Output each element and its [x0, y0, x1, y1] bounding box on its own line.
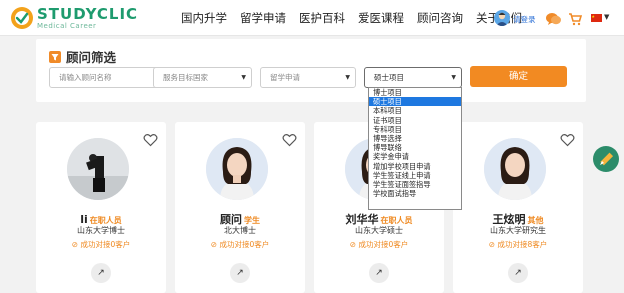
country-select[interactable]: 服务目标国家 ▼	[153, 67, 252, 88]
advisor-name-input[interactable]: 请输入顾问名称	[49, 67, 161, 88]
advisor-success-count: 成功对接8客户	[497, 240, 548, 249]
advisor-role: 其他	[527, 216, 544, 225]
arrow-up-right-icon[interactable]: ↗	[91, 263, 111, 283]
country-select-value: 服务目标国家	[163, 73, 208, 82]
advisor-card[interactable]: 王炫明 其他 山东大学研究生 ⊘ 成功对接8客户 ↗	[453, 122, 583, 293]
check-circle-icon: ⊘	[71, 240, 79, 249]
advisor-name-placeholder: 请输入顾问名称	[59, 73, 112, 82]
arrow-up-right-icon[interactable]: ↗	[230, 263, 250, 283]
chevron-down-icon: ▼	[345, 74, 350, 81]
avatar	[206, 138, 268, 200]
china-flag-icon[interactable]	[591, 14, 602, 22]
dropdown-option[interactable]: 博导联络	[369, 143, 461, 152]
service-select-value: 留学申请	[270, 73, 300, 82]
brand-tagline: Medical Career	[37, 21, 97, 30]
advisor-success-count: 成功对接0客户	[219, 240, 270, 249]
avatar	[67, 138, 129, 200]
project-select-value: 硕士项目	[374, 73, 404, 82]
nav-item-domestic[interactable]: 国内升学	[181, 10, 227, 26]
dropdown-option[interactable]: 学生签证面签指导	[369, 180, 461, 189]
advisor-role: 在职人员	[89, 216, 122, 225]
filter-title: 顾问筛选	[66, 50, 117, 65]
language-caret-icon[interactable]: ▼	[604, 13, 609, 21]
advisor-success-count: 成功对接0客户	[358, 240, 409, 249]
arrow-up-right-icon[interactable]: ↗	[508, 263, 528, 283]
heart-icon[interactable]	[143, 132, 158, 151]
advisor-filter-panel: 顾问筛选 请输入顾问名称 服务目标国家 ▼ 留学申请 ▼ 硕士项目 ▼ 确定	[36, 39, 586, 102]
dropdown-option[interactable]: 学校面试指导	[369, 189, 461, 198]
advisor-card[interactable]: li 在职人员 山东大学博士 ⊘ 成功对接0客户 ↗	[36, 122, 166, 293]
nav-item-courses[interactable]: 爱医课程	[358, 10, 404, 26]
nav-item-consulting[interactable]: 顾问咨询	[417, 10, 463, 26]
advisor-card[interactable]: 顾问 学生 北大博士 ⊘ 成功对接0客户 ↗	[175, 122, 305, 293]
chat-icon[interactable]	[546, 11, 561, 30]
user-avatar-icon[interactable]	[494, 10, 510, 26]
advisor-school: 北大博士	[224, 226, 256, 235]
nav-item-study-abroad[interactable]: 留学申请	[240, 10, 286, 26]
dropdown-option[interactable]: 学生签证线上申请	[369, 171, 461, 180]
heart-icon[interactable]	[560, 132, 575, 151]
check-circle-icon: ⊘	[488, 240, 496, 249]
project-select[interactable]: 硕士项目 ▼	[364, 67, 462, 88]
nav-item-encyclopedia[interactable]: 医护百科	[299, 10, 345, 26]
chevron-down-icon: ▼	[451, 74, 456, 81]
cart-icon[interactable]	[568, 11, 583, 30]
dropdown-option[interactable]: 证书项目	[369, 116, 461, 125]
project-dropdown-list[interactable]: 博士项目 硕士项目 本科项目 证书项目 专科项目 博导选择 博导联络 奖学金申请…	[368, 87, 462, 210]
arrow-up-right-icon[interactable]: ↗	[369, 263, 389, 283]
brand-name: STUDYCLIC	[37, 4, 139, 23]
logo-mark-icon	[10, 6, 34, 30]
advisor-school: 山东大学博士	[77, 226, 125, 235]
check-circle-icon: ⊘	[210, 240, 218, 249]
dropdown-option[interactable]: 专科项目	[369, 125, 461, 134]
advisor-school: 山东大学研究生	[490, 226, 546, 235]
dropdown-option-selected[interactable]: 硕士项目	[369, 97, 461, 107]
logo[interactable]: STUDYCLIC Medical Career	[10, 6, 138, 30]
heart-icon[interactable]	[282, 132, 297, 151]
advisor-success-count: 成功对接0客户	[80, 240, 131, 249]
filter-icon	[49, 50, 61, 63]
chevron-down-icon: ▼	[241, 74, 246, 81]
dropdown-option[interactable]: 奖学金申请	[369, 152, 461, 161]
advisor-role: 在职人员	[380, 216, 413, 225]
login-link[interactable]: 请登录	[513, 14, 536, 25]
dropdown-option[interactable]: 增加学校项目申请	[369, 162, 461, 171]
avatar	[484, 138, 546, 200]
advisor-role: 学生	[244, 216, 260, 225]
pencil-icon[interactable]	[593, 146, 619, 172]
dropdown-option[interactable]: 博导选择	[369, 134, 461, 143]
confirm-button[interactable]: 确定	[470, 66, 567, 87]
dropdown-option[interactable]: 本科项目	[369, 106, 461, 115]
service-select[interactable]: 留学申请 ▼	[260, 67, 356, 88]
advisor-school: 山东大学硕士	[355, 226, 403, 235]
site-header: STUDYCLIC Medical Career 国内升学 留学申请 医护百科 …	[0, 0, 624, 36]
dropdown-option[interactable]: 博士项目	[369, 88, 461, 97]
main-nav: 国内升学 留学申请 医护百科 爱医课程 顾问咨询 关于我们	[181, 10, 535, 26]
check-circle-icon: ⊘	[349, 240, 357, 249]
